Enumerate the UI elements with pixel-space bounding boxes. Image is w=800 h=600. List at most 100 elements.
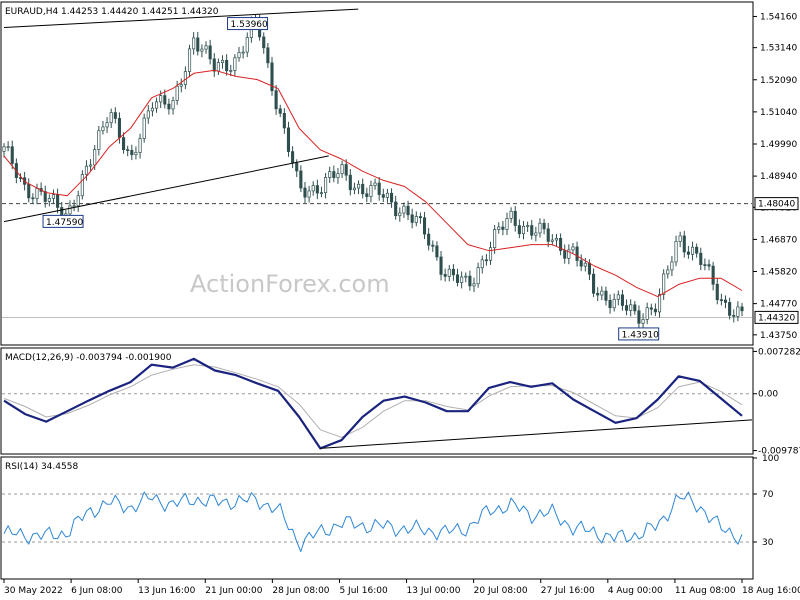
macd-signal-line: [3, 364, 743, 438]
candle-body: [295, 162, 299, 172]
time-tick-label: 11 Aug 08:00: [675, 586, 736, 596]
candle-body: [394, 201, 398, 217]
time-tick-label: 5 Jul 16:00: [339, 586, 388, 596]
candle-body: [336, 173, 340, 179]
forex-chart: ActionForex.com 1.53960 1.47590 1.43910 1.…: [0, 1, 800, 596]
candle-body: [723, 299, 728, 303]
candle-body: [398, 212, 402, 217]
candle-body: [282, 112, 286, 129]
candle-body: [690, 246, 695, 255]
candle-body: [402, 205, 406, 214]
candle-body: [200, 48, 204, 52]
macd-pane: [0, 347, 754, 455]
candle-body: [262, 36, 266, 49]
candle-body: [625, 305, 629, 311]
candle-body: [406, 205, 410, 216]
candle-body: [542, 222, 546, 230]
candle-body: [212, 58, 216, 72]
price-annotation-label: 1.43910: [622, 330, 659, 340]
candle-body: [682, 235, 686, 253]
candle-body: [653, 308, 657, 313]
time-tick-label: 13 Jun 16:00: [138, 586, 195, 596]
candle-body: [390, 192, 394, 203]
candle-body: [183, 71, 187, 85]
candle-body: [237, 52, 241, 59]
candle-body: [629, 304, 633, 311]
candle-body: [89, 164, 93, 167]
candle-body: [443, 274, 447, 277]
candle-body: [229, 69, 233, 72]
candle-body: [645, 307, 649, 320]
time-tick-label: 20 Jul 08:00: [474, 586, 528, 596]
candle-body: [732, 315, 736, 317]
candle-body: [662, 273, 666, 295]
candle-body: [703, 264, 707, 266]
candle-body: [204, 45, 208, 50]
candle-body: [187, 48, 192, 72]
candle-body: [2, 146, 6, 152]
candle-body: [35, 188, 39, 199]
time-tick-label: 13 Jul 00:00: [407, 586, 461, 596]
candle-body: [332, 171, 336, 179]
candle-body: [241, 51, 245, 54]
rsi-pane: [0, 456, 754, 580]
macd-trendline: [320, 419, 753, 449]
candle-body: [711, 265, 715, 285]
candle-body: [571, 246, 575, 251]
candle-body: [56, 194, 60, 208]
candle-body: [101, 126, 105, 132]
price-tick-label: 1.53140: [760, 44, 797, 54]
candle-body: [315, 185, 319, 194]
candle-body: [422, 217, 427, 235]
candle-body: [476, 267, 480, 285]
candle-body: [179, 84, 183, 87]
candle-body: [674, 241, 678, 263]
candle-body: [10, 146, 14, 164]
candle-body: [113, 112, 117, 119]
candle-body: [154, 101, 159, 109]
candle-body: [377, 182, 381, 195]
candle-body: [484, 259, 488, 262]
candle-body: [365, 193, 369, 197]
time-tick-label: 27 Jul 16:00: [541, 586, 595, 596]
candle-body: [530, 225, 534, 236]
macd-series: [2, 357, 753, 450]
candle-body: [439, 256, 443, 275]
candle-body: [138, 138, 142, 153]
candle-body: [245, 37, 249, 53]
candle-body: [740, 306, 744, 312]
candle-body: [216, 62, 220, 72]
candle-body: [344, 164, 348, 176]
watermark: ActionForex.com: [190, 270, 390, 298]
candle-body: [538, 222, 542, 234]
candle-body: [130, 150, 134, 156]
price-annotation-label: 1.53960: [231, 20, 268, 30]
candle-body: [27, 183, 31, 199]
candle-body: [563, 250, 567, 259]
candle-body: [534, 232, 538, 236]
candle-body: [497, 226, 501, 230]
candle-body: [167, 103, 171, 110]
candle-body: [414, 216, 418, 223]
candle-body: [352, 187, 356, 191]
candle-body: [600, 290, 604, 296]
candle-body: [736, 306, 740, 317]
candle-body: [192, 37, 196, 50]
candle-body: [686, 251, 690, 255]
candle-body: [6, 146, 10, 149]
candle-body: [695, 246, 699, 254]
macd-tick-label: 0.007282: [758, 347, 800, 357]
candle-body: [633, 304, 637, 312]
candle-body: [575, 246, 579, 261]
candle-body: [509, 210, 513, 219]
candle-body: [311, 185, 315, 192]
candle-body: [657, 294, 662, 313]
rsi-line: [3, 491, 743, 552]
price-annotation-label: 1.47590: [46, 218, 83, 228]
candle-body: [286, 127, 291, 152]
candle-body: [431, 244, 435, 247]
price-title: EURAUD,H4 1.44253 1.44420 1.44251 1.4432…: [5, 7, 219, 17]
candle-body: [163, 95, 167, 105]
price-tick-label: 1.51040: [760, 108, 797, 118]
candle-body: [233, 57, 237, 71]
